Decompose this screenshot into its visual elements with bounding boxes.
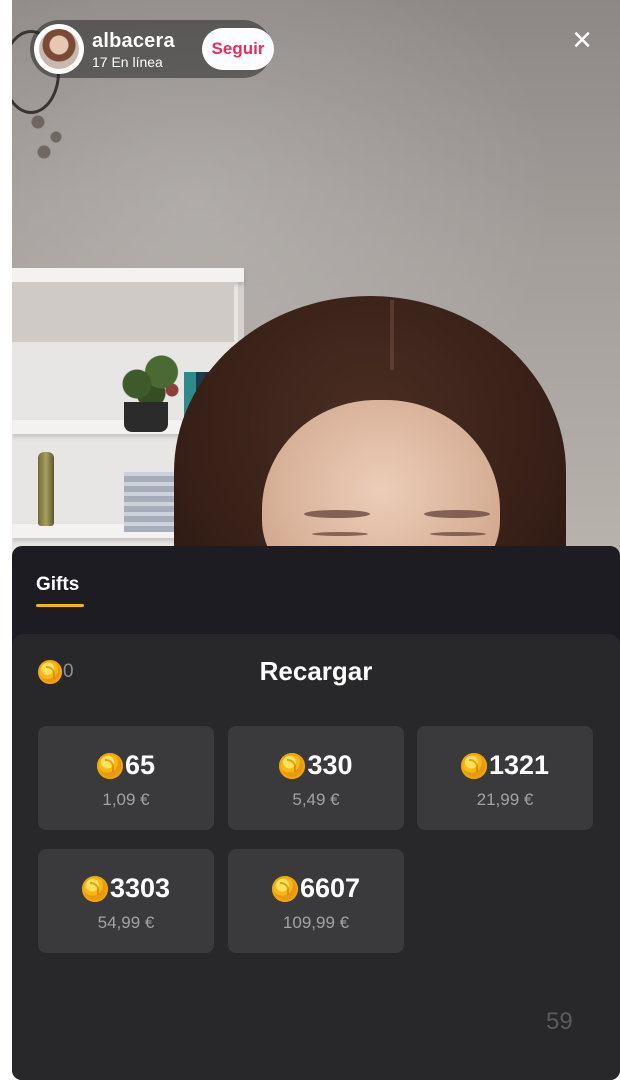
host-info-pill[interactable]: albacera 17 En línea Seguir: [30, 20, 274, 78]
pack-price: 5,49 €: [292, 790, 340, 809]
viewer-count: 17 En línea: [92, 54, 163, 70]
coin-icon: [279, 752, 306, 779]
coin-pack-330[interactable]: 330 5,49 €: [228, 726, 404, 830]
coin-icon: [96, 752, 123, 779]
live-video-feed[interactable]: [12, 0, 620, 560]
pack-coins: 330: [307, 750, 353, 780]
close-icon[interactable]: ×: [564, 22, 600, 58]
pack-price: 21,99 €: [476, 790, 534, 809]
coin-icon: [81, 875, 108, 902]
bottle: [38, 452, 54, 526]
pack-price: 109,99 €: [282, 913, 350, 932]
gift-panel: Gifts 0 Recargar 65 1,09 € 330 5,49 € 13…: [12, 546, 620, 1080]
coin-pack-6607[interactable]: 6607 109,99 €: [228, 849, 404, 953]
avatar[interactable]: [34, 24, 84, 74]
avatar-image: [39, 29, 79, 69]
pack-coins: 3303: [109, 873, 171, 903]
tab-gifts[interactable]: Gifts: [36, 574, 79, 596]
plant-pot: [124, 402, 168, 432]
pack-price: 1,09 €: [102, 790, 150, 809]
coin-icon: [460, 752, 487, 779]
recharge-title[interactable]: Recargar: [12, 656, 620, 687]
coin-pack-3303[interactable]: 3303 54,99 €: [38, 849, 214, 953]
live-stream-screen: albacera 17 En línea Seguir × Gifts 0 Re…: [12, 0, 620, 1080]
pack-coins: 6607: [299, 873, 361, 903]
host-name: albacera: [92, 30, 175, 52]
pack-price: 54,99 €: [97, 913, 155, 932]
recharge-section: 0 Recargar 65 1,09 € 330 5,49 € 1321 21,…: [12, 634, 620, 1080]
coin-pack-1321[interactable]: 1321 21,99 €: [417, 726, 593, 830]
page-counter: 59: [546, 1008, 573, 1035]
tab-active-indicator: [36, 604, 84, 607]
pack-coins: 1321: [488, 750, 550, 780]
pack-coins: 65: [124, 750, 156, 780]
coin-icon: [271, 875, 298, 902]
coin-pack-65[interactable]: 65 1,09 €: [38, 726, 214, 830]
follow-button[interactable]: Seguir: [202, 28, 274, 70]
